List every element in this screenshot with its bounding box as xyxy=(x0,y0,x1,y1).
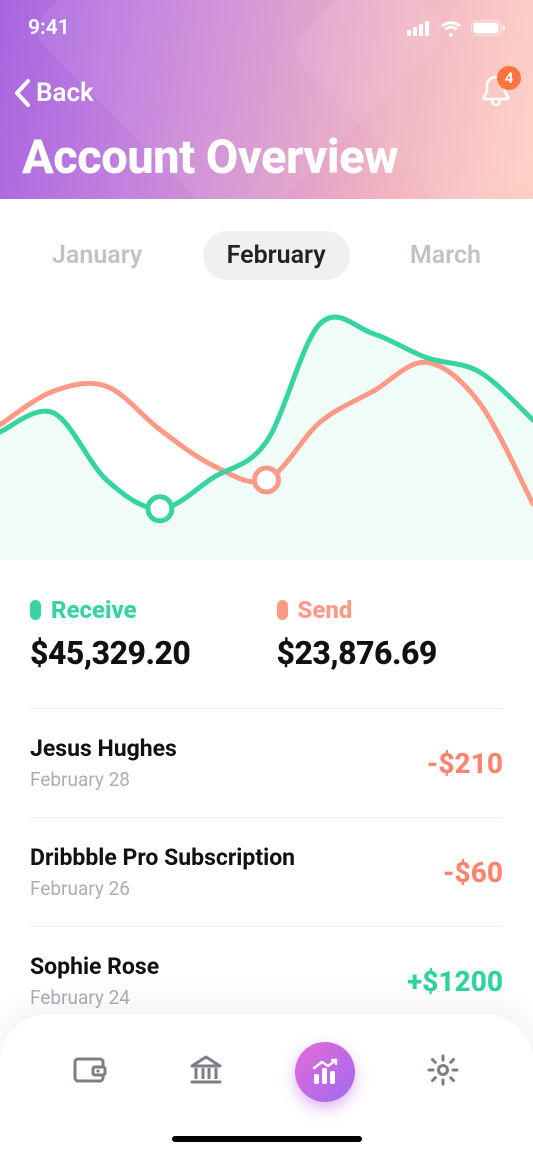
summary-send-label: Send xyxy=(298,596,353,624)
home-indicator xyxy=(172,1136,362,1142)
tab-wallet[interactable] xyxy=(62,1042,118,1098)
back-button[interactable]: Back xyxy=(12,78,94,108)
transaction-title: Jesus Hughes xyxy=(30,735,177,762)
bell-icon xyxy=(481,74,511,108)
gear-icon xyxy=(427,1054,459,1086)
notifications-button[interactable]: 4 xyxy=(481,74,511,112)
month-tab-march[interactable]: March xyxy=(386,231,505,280)
bottom-tab-bar xyxy=(0,1014,533,1154)
nav-row: Back 4 xyxy=(0,74,533,112)
summary-receive-label: Receive xyxy=(51,596,137,624)
page-title: Account Overview xyxy=(22,130,398,185)
transaction-amount: -$60 xyxy=(443,856,503,889)
dot-icon-receive xyxy=(30,600,41,620)
status-indicators xyxy=(407,19,505,37)
transaction-title: Sophie Rose xyxy=(30,953,159,980)
signal-icon xyxy=(407,20,431,36)
chevron-left-icon xyxy=(12,78,34,108)
transaction-amount: +$1200 xyxy=(407,965,503,998)
bank-icon xyxy=(189,1054,223,1086)
transaction-list: Jesus Hughes February 28 -$210 Dribbble Pro… xyxy=(0,709,533,1035)
transaction-title: Dribbble Pro Subscription xyxy=(30,844,295,871)
month-tab-february[interactable]: February xyxy=(203,231,350,280)
summary: Receive $45,329.20 Send $23,876.69 xyxy=(0,560,533,696)
header: 9:41 Back xyxy=(0,0,533,199)
chart-marker-send[interactable] xyxy=(255,468,279,492)
transaction-date: February 24 xyxy=(30,986,159,1009)
battery-icon xyxy=(471,20,505,36)
transaction-date: February 28 xyxy=(30,768,177,791)
tab-settings[interactable] xyxy=(415,1042,471,1098)
notification-badge: 4 xyxy=(497,66,521,90)
dot-icon-send xyxy=(277,600,288,620)
transaction-amount: -$210 xyxy=(427,747,503,780)
status-time: 9:41 xyxy=(28,16,70,40)
tab-analytics[interactable] xyxy=(295,1042,355,1102)
wifi-icon xyxy=(439,19,463,37)
summary-send: Send $23,876.69 xyxy=(277,596,504,672)
summary-receive: Receive $45,329.20 xyxy=(30,596,257,672)
month-tab-january[interactable]: January xyxy=(28,231,166,280)
transaction-row[interactable]: Jesus Hughes February 28 -$210 xyxy=(30,709,503,818)
overview-chart xyxy=(0,280,533,560)
transaction-date: February 26 xyxy=(30,877,295,900)
summary-send-value: $23,876.69 xyxy=(277,634,504,672)
transaction-row[interactable]: Dribbble Pro Subscription February 26 -$60 xyxy=(30,818,503,927)
wallet-icon xyxy=(73,1055,107,1085)
chart-marker-receive[interactable] xyxy=(148,497,172,521)
back-label: Back xyxy=(36,78,94,108)
status-bar: 9:41 xyxy=(0,0,533,56)
summary-receive-value: $45,329.20 xyxy=(30,634,257,672)
analytics-icon xyxy=(309,1056,341,1088)
tab-bank[interactable] xyxy=(178,1042,234,1098)
